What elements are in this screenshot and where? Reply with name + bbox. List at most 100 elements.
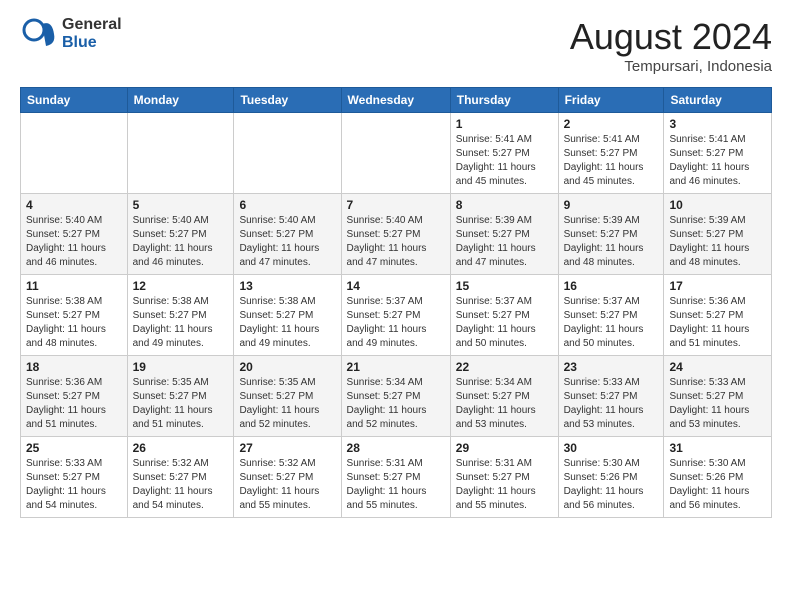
calendar-cell: 31 Sunrise: 5:30 AM Sunset: 5:26 PM Dayli…: [664, 437, 772, 518]
calendar-cell: 18 Sunrise: 5:36 AM Sunset: 5:27 PM Dayli…: [21, 356, 128, 437]
day-number: 11: [26, 279, 122, 293]
day-number: 7: [347, 198, 445, 212]
day-number: 31: [669, 441, 766, 455]
calendar-cell: 25 Sunrise: 5:33 AM Sunset: 5:27 PM Dayli…: [21, 437, 128, 518]
day-number: 25: [26, 441, 122, 455]
day-info: Sunrise: 5:39 AM Sunset: 5:27 PM Dayligh…: [564, 214, 659, 270]
day-number: 14: [347, 279, 445, 293]
title-area: August 2024 Tempursari, Indonesia: [570, 16, 772, 75]
calendar-cell: 30Sunrise: 5:30 AM Sunset: 5:26 PM Dayli…: [558, 437, 664, 518]
calendar-week-row: 25 Sunrise: 5:33 AM Sunset: 5:27 PM Dayli…: [21, 437, 772, 518]
day-info: Sunrise: 5:38 AM Sunset: 5:27 PM Dayligh…: [239, 295, 335, 351]
day-number: 21: [347, 360, 445, 374]
day-info: Sunrise: 5:31 AM Sunset: 5:27 PM Dayligh…: [347, 457, 445, 513]
day-info: Sunrise: 5:41 AM Sunset: 5:27 PM Dayligh…: [564, 133, 659, 189]
calendar-cell: [127, 113, 234, 194]
calendar-header-tuesday: Tuesday: [234, 88, 341, 113]
day-info: Sunrise: 5:34 AM Sunset: 5:27 PM Dayligh…: [456, 376, 553, 432]
day-number: 18: [26, 360, 122, 374]
day-number: 29: [456, 441, 553, 455]
day-number: 3: [669, 117, 766, 131]
page: General Blue August 2024 Tempursari, Ind…: [0, 0, 792, 538]
calendar-cell: [21, 113, 128, 194]
day-info: Sunrise: 5:39 AM Sunset: 5:27 PM Dayligh…: [456, 214, 553, 270]
calendar-cell: 8 Sunrise: 5:39 AM Sunset: 5:27 PM Daylig…: [450, 194, 558, 275]
calendar-cell: 11 Sunrise: 5:38 AM Sunset: 5:27 PM Dayli…: [21, 275, 128, 356]
day-info: Sunrise: 5:33 AM Sunset: 5:27 PM Dayligh…: [26, 457, 122, 513]
day-number: 15: [456, 279, 553, 293]
calendar-cell: 10 Sunrise: 5:39 AM Sunset: 5:27 PM Dayli…: [664, 194, 772, 275]
day-info: Sunrise: 5:40 AM Sunset: 5:27 PM Dayligh…: [347, 214, 445, 270]
day-info: Sunrise: 5:40 AM Sunset: 5:27 PM Dayligh…: [239, 214, 335, 270]
day-info: Sunrise: 5:35 AM Sunset: 5:27 PM Dayligh…: [133, 376, 229, 432]
calendar-cell: 12 Sunrise: 5:38 AM Sunset: 5:27 PM Dayli…: [127, 275, 234, 356]
day-info: Sunrise: 5:30 AM Sunset: 5:26 PM Dayligh…: [564, 457, 659, 513]
day-number: 1: [456, 117, 553, 131]
calendar-header-sunday: Sunday: [21, 88, 128, 113]
calendar-week-row: 11 Sunrise: 5:38 AM Sunset: 5:27 PM Dayli…: [21, 275, 772, 356]
calendar-cell: [234, 113, 341, 194]
day-number: 4: [26, 198, 122, 212]
calendar-cell: [341, 113, 450, 194]
calendar-header-saturday: Saturday: [664, 88, 772, 113]
logo-text: General Blue: [62, 16, 122, 51]
day-number: 12: [133, 279, 229, 293]
calendar-week-row: 4 Sunrise: 5:40 AM Sunset: 5:27 PM Daylig…: [21, 194, 772, 275]
day-info: Sunrise: 5:40 AM Sunset: 5:27 PM Dayligh…: [26, 214, 122, 270]
day-number: 23: [564, 360, 659, 374]
calendar-cell: 4 Sunrise: 5:40 AM Sunset: 5:27 PM Daylig…: [21, 194, 128, 275]
day-info: Sunrise: 5:36 AM Sunset: 5:27 PM Dayligh…: [669, 295, 766, 351]
calendar-cell: 13Sunrise: 5:38 AM Sunset: 5:27 PM Dayli…: [234, 275, 341, 356]
calendar-cell: 9Sunrise: 5:39 AM Sunset: 5:27 PM Daylig…: [558, 194, 664, 275]
calendar-cell: 19 Sunrise: 5:35 AM Sunset: 5:27 PM Dayli…: [127, 356, 234, 437]
calendar-cell: 14Sunrise: 5:37 AM Sunset: 5:27 PM Dayli…: [341, 275, 450, 356]
day-info: Sunrise: 5:38 AM Sunset: 5:27 PM Dayligh…: [26, 295, 122, 351]
calendar-week-row: 18 Sunrise: 5:36 AM Sunset: 5:27 PM Dayli…: [21, 356, 772, 437]
day-number: 8: [456, 198, 553, 212]
month-title: August 2024: [570, 16, 772, 58]
calendar-cell: 22 Sunrise: 5:34 AM Sunset: 5:27 PM Dayli…: [450, 356, 558, 437]
calendar-header-friday: Friday: [558, 88, 664, 113]
day-info: Sunrise: 5:40 AM Sunset: 5:27 PM Dayligh…: [133, 214, 229, 270]
day-number: 27: [239, 441, 335, 455]
calendar-cell: 17Sunrise: 5:36 AM Sunset: 5:27 PM Dayli…: [664, 275, 772, 356]
day-info: Sunrise: 5:32 AM Sunset: 5:27 PM Dayligh…: [133, 457, 229, 513]
day-number: 19: [133, 360, 229, 374]
day-info: Sunrise: 5:36 AM Sunset: 5:27 PM Dayligh…: [26, 376, 122, 432]
calendar-cell: 7 Sunrise: 5:40 AM Sunset: 5:27 PM Daylig…: [341, 194, 450, 275]
calendar-cell: 28Sunrise: 5:31 AM Sunset: 5:27 PM Dayli…: [341, 437, 450, 518]
day-number: 10: [669, 198, 766, 212]
day-info: Sunrise: 5:30 AM Sunset: 5:26 PM Dayligh…: [669, 457, 766, 513]
calendar-cell: 20Sunrise: 5:35 AM Sunset: 5:27 PM Dayli…: [234, 356, 341, 437]
day-info: Sunrise: 5:41 AM Sunset: 5:27 PM Dayligh…: [456, 133, 553, 189]
calendar-table: SundayMondayTuesdayWednesdayThursdayFrid…: [20, 87, 772, 518]
header: General Blue August 2024 Tempursari, Ind…: [20, 16, 772, 75]
calendar-cell: 15 Sunrise: 5:37 AM Sunset: 5:27 PM Dayli…: [450, 275, 558, 356]
calendar-week-row: 1 Sunrise: 5:41 AM Sunset: 5:27 PM Daylig…: [21, 113, 772, 194]
day-number: 24: [669, 360, 766, 374]
day-number: 2: [564, 117, 659, 131]
calendar-cell: 29Sunrise: 5:31 AM Sunset: 5:27 PM Dayli…: [450, 437, 558, 518]
calendar-header-monday: Monday: [127, 88, 234, 113]
day-info: Sunrise: 5:39 AM Sunset: 5:27 PM Dayligh…: [669, 214, 766, 270]
logo: General Blue: [20, 16, 122, 52]
logo-blue-text: Blue: [62, 34, 122, 52]
calendar-header-row: SundayMondayTuesdayWednesdayThursdayFrid…: [21, 88, 772, 113]
day-info: Sunrise: 5:41 AM Sunset: 5:27 PM Dayligh…: [669, 133, 766, 189]
day-number: 16: [564, 279, 659, 293]
calendar-cell: 1 Sunrise: 5:41 AM Sunset: 5:27 PM Daylig…: [450, 113, 558, 194]
calendar-cell: 23Sunrise: 5:33 AM Sunset: 5:27 PM Dayli…: [558, 356, 664, 437]
day-info: Sunrise: 5:38 AM Sunset: 5:27 PM Dayligh…: [133, 295, 229, 351]
calendar-cell: 16 Sunrise: 5:37 AM Sunset: 5:27 PM Dayli…: [558, 275, 664, 356]
day-info: Sunrise: 5:34 AM Sunset: 5:27 PM Dayligh…: [347, 376, 445, 432]
calendar-cell: 6Sunrise: 5:40 AM Sunset: 5:27 PM Daylig…: [234, 194, 341, 275]
day-info: Sunrise: 5:35 AM Sunset: 5:27 PM Dayligh…: [239, 376, 335, 432]
day-info: Sunrise: 5:37 AM Sunset: 5:27 PM Dayligh…: [456, 295, 553, 351]
day-number: 22: [456, 360, 553, 374]
day-info: Sunrise: 5:37 AM Sunset: 5:27 PM Dayligh…: [564, 295, 659, 351]
calendar-cell: 2 Sunrise: 5:41 AM Sunset: 5:27 PM Daylig…: [558, 113, 664, 194]
day-number: 26: [133, 441, 229, 455]
calendar-cell: 26 Sunrise: 5:32 AM Sunset: 5:27 PM Dayli…: [127, 437, 234, 518]
calendar-header-thursday: Thursday: [450, 88, 558, 113]
calendar-cell: 3 Sunrise: 5:41 AM Sunset: 5:27 PM Daylig…: [664, 113, 772, 194]
